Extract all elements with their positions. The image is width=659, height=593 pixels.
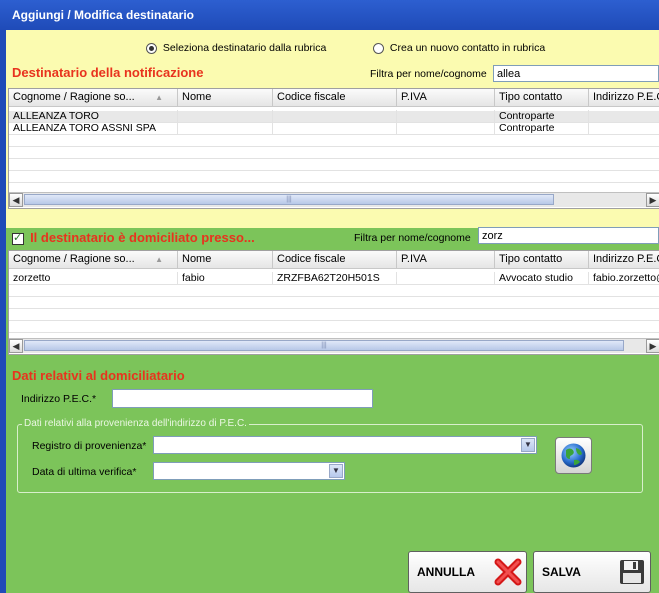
domicilio-checkbox-wrap[interactable]: Il destinatario è domiciliato presso...	[12, 230, 255, 246]
empty-row	[9, 321, 659, 333]
chevron-down-icon[interactable]: ▼	[521, 438, 535, 452]
provenienza-group-title: Dati relativi alla provenienza dell'indi…	[22, 418, 249, 429]
window-titlebar: Aggiungi / Modifica destinatario	[0, 0, 659, 30]
radio-rubrica-dot[interactable]	[146, 42, 157, 54]
data-verifica-label: Data di ultima verifica*	[32, 466, 137, 478]
table-row[interactable]: zorzetto fabio ZRZFBA62T20H501S Avvocato…	[9, 272, 659, 285]
empty-row	[9, 309, 659, 321]
radio-rubrica-label: Seleziona destinatario dalla rubrica	[162, 42, 327, 54]
col-indirizzo-pec[interactable]: Indirizzo P.E.C	[589, 251, 659, 268]
col-cognome[interactable]: Cognome / Ragione so... ▲	[9, 89, 178, 106]
col-codice-fiscale[interactable]: Codice fiscale	[273, 251, 397, 268]
col-indirizzo-pec[interactable]: Indirizzo P.E.C	[589, 89, 659, 106]
empty-row	[9, 135, 659, 147]
empty-row	[9, 285, 659, 297]
domicilio-checkbox-label: Il destinatario è domiciliato presso...	[30, 230, 255, 245]
scroll-right-icon[interactable]: ▶	[646, 193, 659, 207]
domicilio-filter-input[interactable]	[478, 227, 659, 244]
scroll-thumb[interactable]: |||	[24, 194, 554, 205]
col-tipo-contatto[interactable]: Tipo contatto	[495, 251, 589, 268]
provenienza-groupbox	[17, 424, 643, 493]
chevron-down-icon[interactable]: ▼	[329, 464, 343, 478]
table-row[interactable]: ALLEANZA TORO ASSNI SPA Controparte	[9, 122, 659, 135]
destinatario-filter-label: Filtra per nome/cognome	[370, 68, 487, 80]
col-piva[interactable]: P.IVA	[397, 89, 495, 106]
destinatario-filter-input[interactable]	[493, 65, 659, 82]
pec-input[interactable]	[112, 389, 373, 408]
destinatario-grid-header: Cognome / Ragione so... ▲ Nome Codice fi…	[9, 89, 659, 107]
globe-icon	[561, 443, 586, 468]
col-piva[interactable]: P.IVA	[397, 251, 495, 268]
radio-nuovo-contatto[interactable]: Crea un nuovo contatto in rubrica	[373, 42, 545, 54]
domicilio-filter-label: Filtra per nome/cognome	[354, 232, 471, 244]
red-x-icon	[494, 558, 522, 586]
destinatario-grid[interactable]: Cognome / Ragione so... ▲ Nome Codice fi…	[8, 88, 659, 209]
destinatario-hscrollbar[interactable]: ◀ ||| ▶	[9, 192, 659, 207]
annulla-label: ANNULLA	[417, 565, 475, 579]
scroll-right-icon[interactable]: ▶	[646, 339, 659, 353]
domicilio-hscrollbar[interactable]: ◀ ||| ▶	[9, 338, 659, 353]
data-verifica-datepicker[interactable]: ▼	[153, 462, 345, 480]
domiciliatario-title: Dati relativi al domiciliatario	[12, 368, 185, 383]
scroll-left-icon[interactable]: ◀	[9, 339, 23, 353]
scroll-thumb[interactable]: |||	[24, 340, 624, 351]
annulla-button[interactable]: ANNULLA	[408, 551, 527, 593]
col-cognome[interactable]: Cognome / Ragione so... ▲	[9, 251, 178, 268]
domicilio-checkbox[interactable]	[12, 231, 24, 246]
domicilio-grid[interactable]: Cognome / Ragione so... ▲ Nome Codice fi…	[8, 250, 659, 355]
radio-nuovo-label: Crea un nuovo contatto in rubrica	[389, 42, 546, 54]
domicilio-grid-header: Cognome / Ragione so... ▲ Nome Codice fi…	[9, 251, 659, 269]
radio-nuovo-dot[interactable]	[373, 42, 384, 54]
registro-select[interactable]: ▼	[153, 436, 537, 454]
destinatario-title: Destinatario della notificazione	[12, 65, 204, 80]
col-nome[interactable]: Nome	[178, 89, 273, 106]
sort-up-icon: ▲	[155, 255, 163, 264]
floppy-disk-icon	[620, 560, 644, 584]
registro-label: Registro di provenienza*	[32, 440, 147, 452]
pec-label: Indirizzo P.E.C.*	[21, 393, 97, 405]
globe-button[interactable]	[555, 437, 592, 474]
empty-row	[9, 297, 659, 309]
salva-label: SALVA	[542, 565, 581, 579]
col-tipo-contatto[interactable]: Tipo contatto	[495, 89, 589, 106]
window-title: Aggiungi / Modifica destinatario	[12, 8, 195, 22]
radio-rubrica[interactable]: Seleziona destinatario dalla rubrica	[146, 42, 326, 54]
salva-button[interactable]: SALVA	[533, 551, 651, 593]
empty-row	[9, 147, 659, 159]
empty-row	[9, 171, 659, 183]
col-codice-fiscale[interactable]: Codice fiscale	[273, 89, 397, 106]
scroll-left-icon[interactable]: ◀	[9, 193, 23, 207]
col-nome[interactable]: Nome	[178, 251, 273, 268]
empty-row	[9, 159, 659, 171]
window-left-border	[0, 30, 6, 593]
sort-up-icon: ▲	[155, 93, 163, 102]
